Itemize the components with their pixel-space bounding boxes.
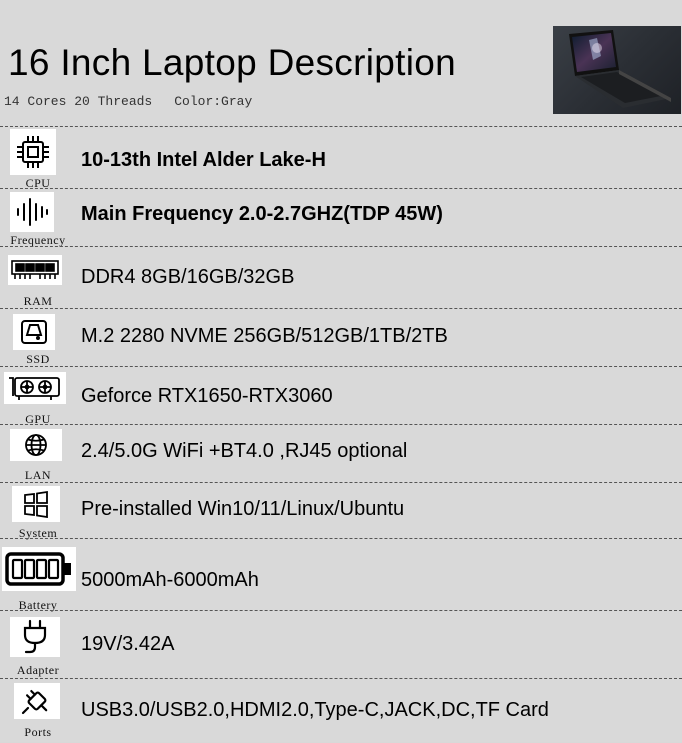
spec-label: SSD	[26, 352, 50, 366]
spec-row-ports: Ports USB3.0/USB2.0,HDMI2.0,Type-C,JACK,…	[0, 678, 682, 743]
spec-value: USB3.0/USB2.0,HDMI2.0,Type-C,JACK,DC,TF …	[81, 699, 549, 721]
spec-value: Pre-installed Win10/11/Linux/Ubuntu	[81, 498, 405, 520]
spec-row-gpu: GPU Geforce RTX1650-RTX3060	[0, 366, 682, 426]
spec-value: 10-13th Intel Alder Lake-H	[81, 149, 326, 171]
spec-value: Geforce RTX1650-RTX3060	[81, 385, 333, 407]
spec-row-ram: RAM DDR4 8GB/16GB/32GB	[0, 246, 682, 309]
color-text: Color:Gray	[174, 94, 253, 109]
frequency-icon	[10, 192, 54, 232]
ram-module-icon	[8, 255, 62, 285]
spec-row-ssd: SSD M.2 2280 NVME 256GB/512GB/1TB/2TB	[0, 308, 682, 367]
spec-value: Main Frequency 2.0-2.7GHZ(TDP 45W)	[81, 203, 443, 225]
spec-value: DDR4 8GB/16GB/32GB	[81, 266, 295, 288]
graphics-card-icon	[4, 372, 66, 404]
ssd-drive-icon	[13, 314, 55, 350]
power-plug-icon	[10, 617, 60, 657]
spec-row-cpu: CPU 10-13th Intel Alder Lake-H	[0, 126, 682, 190]
spec-row-system: System Pre-installed Win10/11/Linux/Ubun…	[0, 482, 682, 540]
spec-label: Adapter	[16, 663, 60, 677]
spec-row-frequency: Frequency Main Frequency 2.0-2.7GHZ(TDP …	[0, 188, 682, 247]
spec-value: 2.4/5.0G WiFi +BT4.0 ,RJ45 optional	[81, 440, 408, 462]
spec-row-lan: LAN 2.4/5.0G WiFi +BT4.0 ,RJ45 optional	[0, 424, 682, 483]
page-subtitle: 14 Cores 20 Threads Color:Gray	[4, 94, 252, 109]
windows-logo-icon	[12, 486, 60, 522]
spec-row-battery: Battery 5000mAh-6000mAh	[0, 538, 682, 612]
spec-label: LAN	[24, 468, 52, 482]
spec-value: M.2 2280 NVME 256GB/512GB/1TB/2TB	[81, 325, 448, 347]
globe-icon	[10, 429, 62, 461]
battery-icon	[2, 547, 76, 591]
spec-label: RAM	[23, 294, 53, 308]
spec-row-adapter: Adapter 19V/3.42A	[0, 610, 682, 679]
usb-connector-icon	[14, 683, 60, 719]
spec-value: 19V/3.42A	[81, 633, 175, 655]
cpu-chip-icon	[10, 129, 56, 175]
spec-value: 5000mAh-6000mAh	[81, 569, 259, 591]
spec-sheet: 16 Inch Laptop Description 14 Cores 20 T…	[0, 0, 682, 742]
laptop-photo	[553, 26, 681, 114]
spec-label: Ports	[24, 725, 52, 739]
cores-threads-text: 14 Cores 20 Threads	[4, 94, 153, 109]
page-title: 16 Inch Laptop Description	[8, 42, 456, 83]
